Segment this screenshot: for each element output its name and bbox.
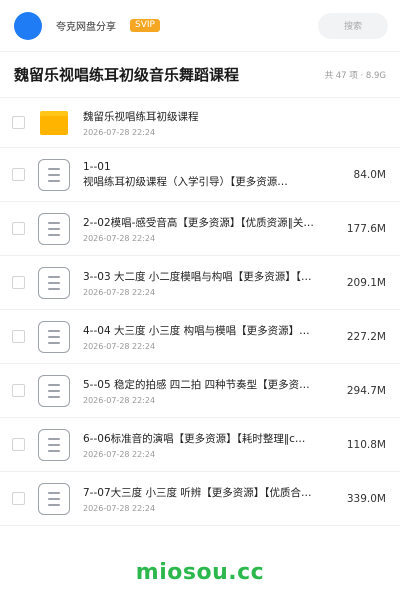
- item-name: 5--05 稳定的拍感 四二拍 四种节奏型【更多资…: [83, 378, 310, 391]
- list-item[interactable]: 2--02模唱-感受音高【更多资源】【优质资源‖关… 2026-07-28 22…: [0, 202, 400, 256]
- list-item[interactable]: 魏留乐视唱练耳初级课程 2026-07-28 22:24: [0, 98, 400, 148]
- item-name: 2--02模唱-感受音高【更多资源】【优质资源‖关…: [83, 216, 314, 229]
- item-date: 2026-07-28 22:24: [83, 395, 156, 405]
- item-checkbox[interactable]: [12, 492, 25, 505]
- list-item[interactable]: 4--04 大三度 小三度 构唱与模唱【更多资源】… 2026-07-28 22…: [0, 310, 400, 364]
- document-icon: [38, 482, 70, 515]
- item-checkbox[interactable]: [12, 168, 25, 181]
- list-item[interactable]: 1--01 视唱练耳初级课程（入学引导）【更多资源… 84.0M: [0, 148, 400, 202]
- item-checkbox[interactable]: [12, 438, 25, 451]
- list-item[interactable]: 5--05 稳定的拍感 四二拍 四种节奏型【更多资… 2026-07-28 22…: [0, 364, 400, 418]
- document-icon: [38, 320, 70, 353]
- list-item[interactable]: 3--03 大二度 小二度模唱与构唱【更多资源】【… 2026-07-28 22…: [0, 256, 400, 310]
- app-header: 夸克网盘分享 SVIP 搜索: [0, 0, 400, 52]
- item-size: 227.2M: [346, 330, 386, 343]
- item-info: 6--06标准音的演唱【更多资源】【耗时整理‖c… 2026-07-28 22:…: [83, 431, 332, 459]
- item-size: 294.7M: [346, 384, 386, 397]
- item-size: 209.1M: [346, 276, 386, 289]
- item-date: 2026-07-28 22:24: [83, 503, 156, 513]
- item-name: 3--03 大二度 小二度模唱与构唱【更多资源】【…: [83, 270, 312, 283]
- item-name: 4--04 大三度 小三度 构唱与模唱【更多资源】…: [83, 324, 310, 337]
- item-info: 7--07大三度 小三度 听辨【更多资源】【优质合… 2026-07-28 22…: [83, 485, 332, 513]
- item-info: 魏留乐视唱练耳初级课程 2026-07-28 22:24: [83, 109, 386, 137]
- watermark: miosou.cc: [135, 560, 265, 585]
- document-icon: [38, 266, 70, 299]
- item-checkbox[interactable]: [12, 222, 25, 235]
- item-checkbox[interactable]: [12, 116, 25, 129]
- folder-icon: [38, 107, 70, 139]
- share-title-row: 魏留乐视唱练耳初级音乐舞蹈课程 共 47 项 · 8.9G: [0, 52, 400, 98]
- item-info: 5--05 稳定的拍感 四二拍 四种节奏型【更多资… 2026-07-28 22…: [83, 377, 332, 405]
- list-item[interactable]: 6--06标准音的演唱【更多资源】【耗时整理‖c… 2026-07-28 22:…: [0, 418, 400, 472]
- item-date: 2026-07-28 22:24: [83, 127, 156, 137]
- item-checkbox[interactable]: [12, 330, 25, 343]
- item-date: 2026-07-28 22:24: [83, 287, 156, 297]
- item-date: 2026-07-28 22:24: [83, 341, 156, 351]
- item-size: 84.0M: [353, 168, 386, 181]
- document-icon: [38, 158, 70, 191]
- item-date: 2026-07-28 22:24: [83, 449, 156, 459]
- document-icon: [38, 428, 70, 461]
- page-title: 魏留乐视唱练耳初级音乐舞蹈课程: [14, 66, 240, 84]
- share-meta: 共 47 项 · 8.9G: [324, 70, 386, 81]
- item-info: 3--03 大二度 小二度模唱与构唱【更多资源】【… 2026-07-28 22…: [83, 269, 332, 297]
- search-input[interactable]: 搜索: [318, 12, 388, 39]
- item-size: 177.6M: [346, 222, 386, 235]
- item-info: 4--04 大三度 小三度 构唱与模唱【更多资源】… 2026-07-28 22…: [83, 323, 332, 351]
- file-list: 魏留乐视唱练耳初级课程 2026-07-28 22:24 1--01 视唱练耳初…: [0, 98, 400, 526]
- avatar[interactable]: [14, 11, 42, 40]
- item-checkbox[interactable]: [12, 384, 25, 397]
- item-size: 339.0M: [346, 492, 386, 505]
- item-info: 1--01 视唱练耳初级课程（入学引导）【更多资源…: [83, 161, 332, 189]
- item-name: 1--01: [83, 160, 111, 173]
- username: 夸克网盘分享: [56, 22, 116, 33]
- list-item[interactable]: 7--07大三度 小三度 听辨【更多资源】【优质合… 2026-07-28 22…: [0, 472, 400, 526]
- document-icon: [38, 374, 70, 407]
- item-size: 110.8M: [346, 438, 386, 451]
- item-checkbox[interactable]: [12, 276, 25, 289]
- item-name: 魏留乐视唱练耳初级课程: [83, 110, 199, 123]
- svip-badge: SVIP: [130, 19, 160, 32]
- item-date: 2026-07-28 22:24: [83, 233, 156, 243]
- item-name: 6--06标准音的演唱【更多资源】【耗时整理‖c…: [83, 432, 306, 445]
- item-name: 7--07大三度 小三度 听辨【更多资源】【优质合…: [83, 486, 312, 499]
- item-name-line2: 视唱练耳初级课程（入学引导）【更多资源…: [83, 175, 288, 188]
- document-icon: [38, 212, 70, 245]
- item-info: 2--02模唱-感受音高【更多资源】【优质资源‖关… 2026-07-28 22…: [83, 215, 332, 243]
